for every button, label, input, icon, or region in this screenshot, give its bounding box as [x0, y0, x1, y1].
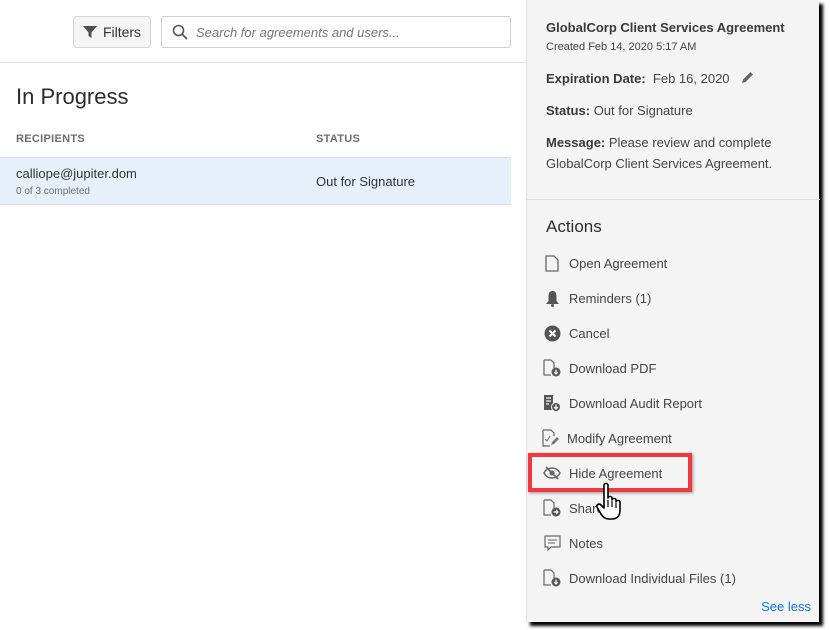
filters-label: Filters [102, 24, 142, 40]
expiration-date: Expiration Date: Feb 16, 2020 [546, 68, 754, 89]
status: Status: Out for Signature [546, 100, 693, 121]
share-document-icon [543, 499, 561, 517]
expiration-label: Expiration Date: [546, 71, 646, 86]
action-share[interactable]: Share [543, 498, 604, 518]
action-download-pdf[interactable]: Download PDF [543, 358, 656, 378]
agreement-title: GlobalCorp Client Services Agreement [546, 20, 785, 35]
action-label: Download Individual Files (1) [569, 570, 736, 586]
status-label: Status: [546, 103, 591, 118]
page-title: In Progress [16, 84, 129, 109]
notes-icon [543, 534, 561, 552]
recipient-email: calliope@jupiter.dom [16, 166, 137, 181]
row-status: Out for Signature [316, 174, 415, 189]
actions-heading: Actions [546, 217, 602, 236]
action-modify-agreement[interactable]: Modify Agreement [541, 428, 672, 448]
cancel-circle-icon [543, 324, 561, 342]
message-label: Message: [546, 135, 606, 150]
completion-progress: 0 of 3 completed [16, 186, 90, 197]
document-icon [543, 254, 561, 272]
action-label: Reminders (1) [569, 290, 652, 306]
action-cancel[interactable]: Cancel [543, 323, 609, 343]
created-date: Created Feb 14, 2020 5:17 AM [546, 41, 697, 53]
agreements-list-pane: Filters In Progress RECIPIENTS STATUS ca… [0, 0, 526, 622]
see-less-link[interactable]: See less [761, 599, 811, 614]
search-input[interactable] [196, 24, 496, 40]
action-label: Open Agreement [569, 255, 668, 271]
action-open-agreement[interactable]: Open Agreement [543, 253, 667, 273]
expiration-value: Feb 16, 2020 [652, 71, 730, 86]
action-notes[interactable]: Notes [543, 533, 603, 553]
column-header-status[interactable]: STATUS [316, 133, 360, 145]
modify-document-icon [541, 429, 559, 447]
pdf-download-icon [543, 359, 561, 377]
column-header-recipients[interactable]: RECIPIENTS [16, 133, 85, 145]
action-label: Download PDF [569, 360, 657, 376]
table-row[interactable]: calliope@jupiter.dom 0 of 3 completed Ou… [0, 157, 511, 205]
filter-icon [82, 26, 97, 38]
file-download-icon [543, 569, 561, 587]
filters-button[interactable]: Filters [73, 16, 151, 48]
bell-icon [543, 289, 561, 307]
hand-pointer-cursor-icon [596, 482, 621, 520]
action-label: Notes [569, 535, 603, 551]
audit-report-icon [543, 394, 561, 412]
action-label: Cancel [569, 325, 610, 341]
message: Message: Please review and complete Glob… [546, 132, 796, 174]
status-value: Out for Signature [593, 103, 693, 118]
pencil-icon[interactable] [741, 71, 754, 84]
action-reminders[interactable]: Reminders (1) [543, 288, 651, 308]
action-label: Modify Agreement [567, 430, 672, 446]
action-label: Download Audit Report [569, 395, 702, 411]
agreement-details-panel: GlobalCorp Client Services Agreement Cre… [526, 0, 820, 622]
search-box[interactable] [161, 16, 511, 48]
divider [527, 199, 820, 200]
action-download-audit-report[interactable]: Download Audit Report [543, 393, 702, 413]
action-download-individual-files[interactable]: Download Individual Files (1) [543, 568, 736, 588]
divider [0, 62, 526, 63]
search-icon [172, 24, 188, 40]
